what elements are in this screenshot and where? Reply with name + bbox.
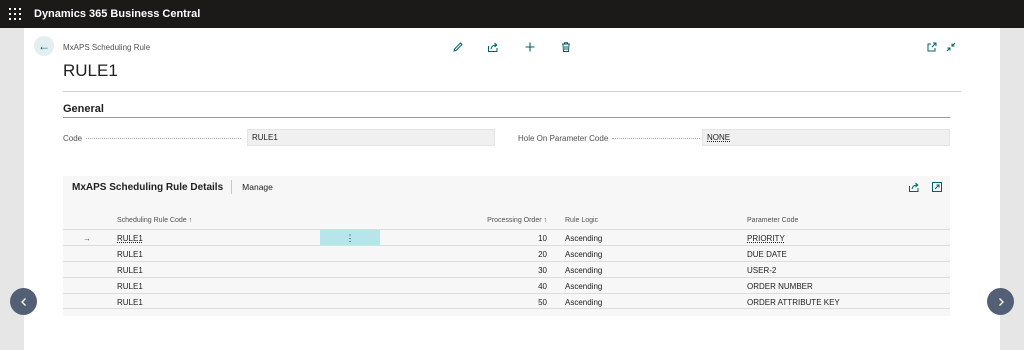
previous-record-button[interactable] xyxy=(10,288,37,315)
chevron-right-icon xyxy=(998,297,1004,306)
hole-on-parameter-code-field[interactable]: NONE xyxy=(702,129,950,146)
cell-processing-order[interactable]: 40 xyxy=(538,282,547,291)
cell-rule-code[interactable]: RULE1 xyxy=(117,266,143,275)
new-icon[interactable] xyxy=(523,40,537,54)
page-caption: MxAPS Scheduling Rule xyxy=(63,43,151,52)
next-record-button[interactable] xyxy=(987,288,1014,315)
app-launcher-icon[interactable] xyxy=(9,8,21,20)
title-divider xyxy=(63,91,961,92)
cell-rule-code[interactable]: RULE1 xyxy=(117,282,143,291)
cell-rule-logic[interactable]: Ascending xyxy=(565,266,602,275)
cell-processing-order[interactable]: 50 xyxy=(538,298,547,307)
label-leader-dots xyxy=(612,138,701,139)
cell-rule-logic[interactable]: Ascending xyxy=(565,250,602,259)
share-icon[interactable] xyxy=(907,180,921,194)
code-label: Code xyxy=(63,134,83,143)
cell-rule-code[interactable]: RULE1 xyxy=(117,250,143,259)
cell-parameter-code[interactable]: PRIORITY xyxy=(747,234,785,243)
cell-rule-code[interactable]: RULE1 xyxy=(117,298,143,307)
table-row[interactable]: → RULE1 ⋮ 10 Ascending PRIORITY xyxy=(63,229,950,246)
column-header-order[interactable]: Processing Order ↑ xyxy=(487,217,547,224)
cell-parameter-code[interactable]: ORDER NUMBER xyxy=(747,282,813,291)
part-header: MxAPS Scheduling Rule Details Manage xyxy=(63,176,950,198)
cell-processing-order[interactable]: 30 xyxy=(538,266,547,275)
action-bar xyxy=(451,40,465,54)
manage-menu-button[interactable]: Manage xyxy=(242,182,273,192)
hole-field-label: Hole On Parameter Code xyxy=(518,134,701,143)
cell-processing-order[interactable]: 20 xyxy=(538,250,547,259)
table-row[interactable]: RULE1 20 Ascending DUE DATE xyxy=(63,245,950,261)
back-arrow-icon[interactable]: ← xyxy=(34,36,54,56)
column-header-param[interactable]: Parameter Code xyxy=(747,217,798,224)
code-field[interactable]: RULE1 xyxy=(247,129,495,146)
cell-rule-logic[interactable]: Ascending xyxy=(565,282,602,291)
part-title: MxAPS Scheduling Rule Details xyxy=(72,181,224,193)
delete-icon[interactable] xyxy=(559,40,573,54)
details-grid: Scheduling Rule Code ↑ Processing Order … xyxy=(63,211,950,309)
selected-row-arrow-icon: → xyxy=(83,234,91,243)
record-page: ← MxAPS Scheduling Rule RULE1 General Co… xyxy=(24,28,1000,350)
share-icon[interactable] xyxy=(486,40,500,54)
column-header-code[interactable]: Scheduling Rule Code ↑ xyxy=(117,217,192,224)
edit-icon[interactable] xyxy=(451,40,465,54)
scheduling-rule-details-part: MxAPS Scheduling Rule Details Manage Sch… xyxy=(63,176,950,316)
chevron-left-icon xyxy=(20,297,26,306)
label-leader-dots xyxy=(86,138,242,139)
cell-parameter-code[interactable]: USER-2 xyxy=(747,266,776,275)
cell-rule-code[interactable]: RULE1 xyxy=(117,234,143,243)
header-separator xyxy=(231,180,233,194)
table-row[interactable]: RULE1 30 Ascending USER-2 xyxy=(63,261,950,277)
app-topbar: Dynamics 365 Business Central xyxy=(0,0,1024,28)
part-actions xyxy=(898,180,944,194)
cell-rule-logic[interactable]: Ascending xyxy=(565,298,602,307)
hole-label: Hole On Parameter Code xyxy=(518,134,609,143)
section-divider xyxy=(63,117,950,118)
code-field-label: Code xyxy=(63,134,242,143)
table-row[interactable]: RULE1 40 Ascending ORDER NUMBER xyxy=(63,277,950,293)
record-title: RULE1 xyxy=(63,61,118,80)
cell-processing-order[interactable]: 10 xyxy=(538,234,547,243)
expand-icon[interactable] xyxy=(930,180,944,194)
app-title: Dynamics 365 Business Central xyxy=(34,8,201,20)
open-new-window-icon[interactable] xyxy=(925,40,939,54)
column-header-logic[interactable]: Rule Logic xyxy=(565,217,598,224)
grid-header: Scheduling Rule Code ↑ Processing Order … xyxy=(63,211,950,229)
cell-parameter-code[interactable]: ORDER ATTRIBUTE KEY xyxy=(747,298,840,307)
cell-rule-logic[interactable]: Ascending xyxy=(565,234,602,243)
collapse-icon[interactable] xyxy=(944,40,958,54)
cell-parameter-code[interactable]: DUE DATE xyxy=(747,250,787,259)
general-section-title[interactable]: General xyxy=(63,103,104,115)
row-actions-menu[interactable]: ⋮ xyxy=(320,230,380,246)
table-row[interactable]: RULE1 50 Ascending ORDER ATTRIBUTE KEY xyxy=(63,293,950,309)
